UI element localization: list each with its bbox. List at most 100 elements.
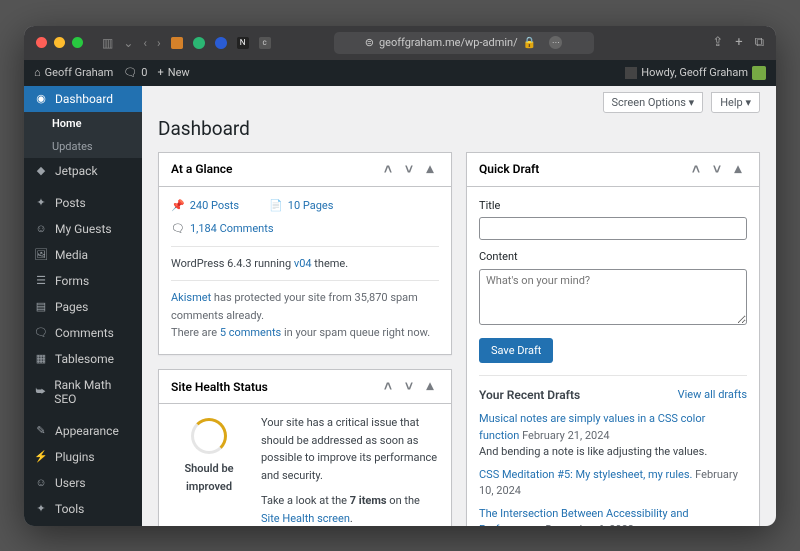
content-label: Content bbox=[479, 248, 747, 266]
forward-icon[interactable]: › bbox=[157, 36, 161, 50]
sidebar-item-plugins[interactable]: ⚡Plugins bbox=[24, 444, 142, 470]
health-badge: Should be improved bbox=[171, 414, 247, 525]
sidebar-item-users[interactable]: ☺Users bbox=[24, 470, 142, 496]
adminbar-comments[interactable]: 🗨 0 bbox=[123, 66, 147, 79]
close-icon[interactable] bbox=[36, 37, 47, 48]
postbox-title: Quick Draft bbox=[479, 162, 539, 176]
sidebar-item-tools[interactable]: ✦Tools bbox=[24, 496, 142, 522]
draft-link[interactable]: CSS Meditation #5: My stylesheet, my rul… bbox=[479, 468, 692, 481]
sidebar-item-guests[interactable]: ☺My Guests bbox=[24, 216, 142, 242]
sidebar-item-forms[interactable]: ☰Forms bbox=[24, 268, 142, 294]
move-down-icon[interactable]: ˅ bbox=[400, 161, 418, 178]
sidebar-item-pages[interactable]: ▤Pages bbox=[24, 294, 142, 320]
maximize-icon[interactable] bbox=[72, 37, 83, 48]
browser-titlebar: ▥ ⌄ ‹ › N c ⊜ geoffgraham.me/wp-admin/ 🔒… bbox=[24, 26, 776, 60]
new-tab-icon[interactable]: + bbox=[735, 35, 742, 50]
move-up-icon[interactable]: ˄ bbox=[379, 161, 397, 178]
akismet-link[interactable]: Akismet bbox=[171, 291, 211, 304]
comment-icon: 🗨 bbox=[34, 326, 48, 340]
url-text: geoffgraham.me/wp-admin/ bbox=[379, 36, 518, 49]
at-a-glance-box: At a Glance ˄˅▴ 📌 240 Posts 📄 10 Pages 🗨 1,… bbox=[158, 152, 452, 356]
pin-icon: 📌 bbox=[171, 197, 185, 215]
title-label: Title bbox=[479, 197, 747, 215]
url-bar[interactable]: ⊜ geoffgraham.me/wp-admin/ 🔒 ⋯ bbox=[334, 32, 594, 54]
jetpack-icon: ◆ bbox=[34, 164, 48, 178]
page-icon: 📄 bbox=[269, 197, 283, 215]
sidebar-toggle-icon[interactable]: ▥ bbox=[102, 36, 113, 50]
ext-icon-1[interactable] bbox=[171, 37, 183, 49]
back-icon[interactable]: ‹ bbox=[143, 36, 147, 50]
move-up-icon[interactable]: ˄ bbox=[379, 378, 397, 395]
save-draft-button[interactable]: Save Draft bbox=[479, 338, 553, 363]
draft-content-input[interactable] bbox=[479, 269, 747, 325]
media-icon: 🖼 bbox=[34, 248, 48, 262]
sidebar-item-tablesome[interactable]: ▦Tablesome bbox=[24, 346, 142, 372]
minimize-icon[interactable] bbox=[54, 37, 65, 48]
postbox-title: Site Health Status bbox=[171, 380, 268, 394]
health-circle-icon bbox=[191, 418, 227, 454]
tabs-icon[interactable]: ⧉ bbox=[755, 35, 764, 50]
chart-icon: ⮩ bbox=[34, 385, 47, 399]
tools-icon: ✦ bbox=[34, 502, 48, 516]
draft-item: CSS Meditation #5: My stylesheet, my rul… bbox=[479, 467, 747, 500]
ext-icon-3[interactable] bbox=[215, 37, 227, 49]
dashboard-icon: ◉ bbox=[34, 92, 48, 106]
forms-icon: ☰ bbox=[34, 274, 48, 288]
sidebar-item-appearance[interactable]: ✎Appearance bbox=[24, 418, 142, 444]
recent-drafts-title: Your Recent Drafts bbox=[479, 386, 580, 405]
move-down-icon[interactable]: ˅ bbox=[708, 161, 726, 178]
toggle-icon[interactable]: ▴ bbox=[421, 161, 439, 178]
quick-draft-box: Quick Draft ˄˅▴ Title Content Save Draft… bbox=[466, 152, 760, 526]
postbox-title: At a Glance bbox=[171, 162, 233, 176]
user-icon: ☺ bbox=[34, 476, 48, 490]
sidebar-item-rank-math[interactable]: ⮩Rank Math SEO bbox=[24, 372, 142, 412]
sidebar-item-dashboard[interactable]: ◉Dashboard bbox=[24, 86, 142, 112]
ext-icon-4[interactable]: N bbox=[237, 37, 249, 49]
theme-icon bbox=[625, 67, 637, 79]
sidebar-item-jetpack[interactable]: ◆Jetpack bbox=[24, 158, 142, 184]
wp-admin-bar: ⌂ Geoff Graham 🗨 0 + New Howdy, Geoff Gr… bbox=[24, 60, 776, 86]
ext-icon-2[interactable] bbox=[193, 37, 205, 49]
view-all-drafts-link[interactable]: View all drafts bbox=[678, 386, 747, 405]
sidebar-item-settings[interactable]: ☷Settings bbox=[24, 522, 142, 526]
site-link[interactable]: ⌂ Geoff Graham bbox=[34, 66, 113, 79]
screen-options-button[interactable]: Screen Options ▾ bbox=[603, 92, 704, 113]
toggle-icon[interactable]: ▴ bbox=[729, 161, 747, 178]
draft-title-input[interactable] bbox=[479, 217, 747, 240]
toggle-icon[interactable]: ▴ bbox=[421, 378, 439, 395]
users-icon: ☺ bbox=[34, 222, 48, 236]
move-up-icon[interactable]: ˄ bbox=[687, 161, 705, 178]
sidebar-sub-home[interactable]: Home bbox=[24, 112, 142, 135]
brush-icon: ✎ bbox=[34, 424, 48, 438]
page-title: Dashboard bbox=[158, 117, 760, 140]
ext-icon-5[interactable]: c bbox=[259, 37, 271, 49]
sidebar-item-media[interactable]: 🖼Media bbox=[24, 242, 142, 268]
table-icon: ▦ bbox=[34, 352, 48, 366]
sidebar-item-posts[interactable]: ✦Posts bbox=[24, 190, 142, 216]
spam-link[interactable]: 5 comments bbox=[220, 326, 281, 339]
share-icon[interactable]: ⇪ bbox=[712, 35, 723, 50]
admin-sidebar: ◉Dashboard Home Updates ◆Jetpack ✦Posts … bbox=[24, 86, 142, 526]
pages-count-link[interactable]: 10 Pages bbox=[288, 197, 334, 215]
site-health-link[interactable]: Site Health screen bbox=[261, 512, 350, 525]
dashboard-content: Screen Options ▾ Help ▾ Dashboard At a G… bbox=[142, 86, 776, 526]
sidebar-item-comments[interactable]: 🗨Comments bbox=[24, 320, 142, 346]
site-health-box: Site Health Status ˄˅▴ Should be improve… bbox=[158, 369, 452, 525]
lock-icon: 🔒 bbox=[523, 36, 537, 49]
posts-count-link[interactable]: 240 Posts bbox=[190, 197, 239, 215]
chevron-down-icon[interactable]: ⌄ bbox=[123, 36, 133, 50]
help-button[interactable]: Help ▾ bbox=[711, 92, 760, 113]
adminbar-new[interactable]: + New bbox=[157, 66, 189, 79]
pin-icon: ✦ bbox=[34, 196, 48, 210]
plugins-icon: ⚡ bbox=[34, 450, 48, 464]
draft-item: Musical notes are simply values in a CSS… bbox=[479, 411, 747, 461]
theme-link[interactable]: v04 bbox=[294, 257, 312, 270]
comment-icon: 🗨 bbox=[171, 220, 185, 238]
comments-count-link[interactable]: 1,184 Comments bbox=[190, 220, 274, 238]
move-down-icon[interactable]: ˅ bbox=[400, 378, 418, 395]
reader-icon[interactable]: ⋯ bbox=[549, 36, 562, 49]
howdy-link[interactable]: Howdy, Geoff Graham bbox=[625, 66, 766, 80]
sidebar-sub-updates[interactable]: Updates bbox=[24, 135, 142, 158]
draft-item: The Intersection Between Accessibility a… bbox=[479, 506, 747, 526]
avatar bbox=[752, 66, 766, 80]
